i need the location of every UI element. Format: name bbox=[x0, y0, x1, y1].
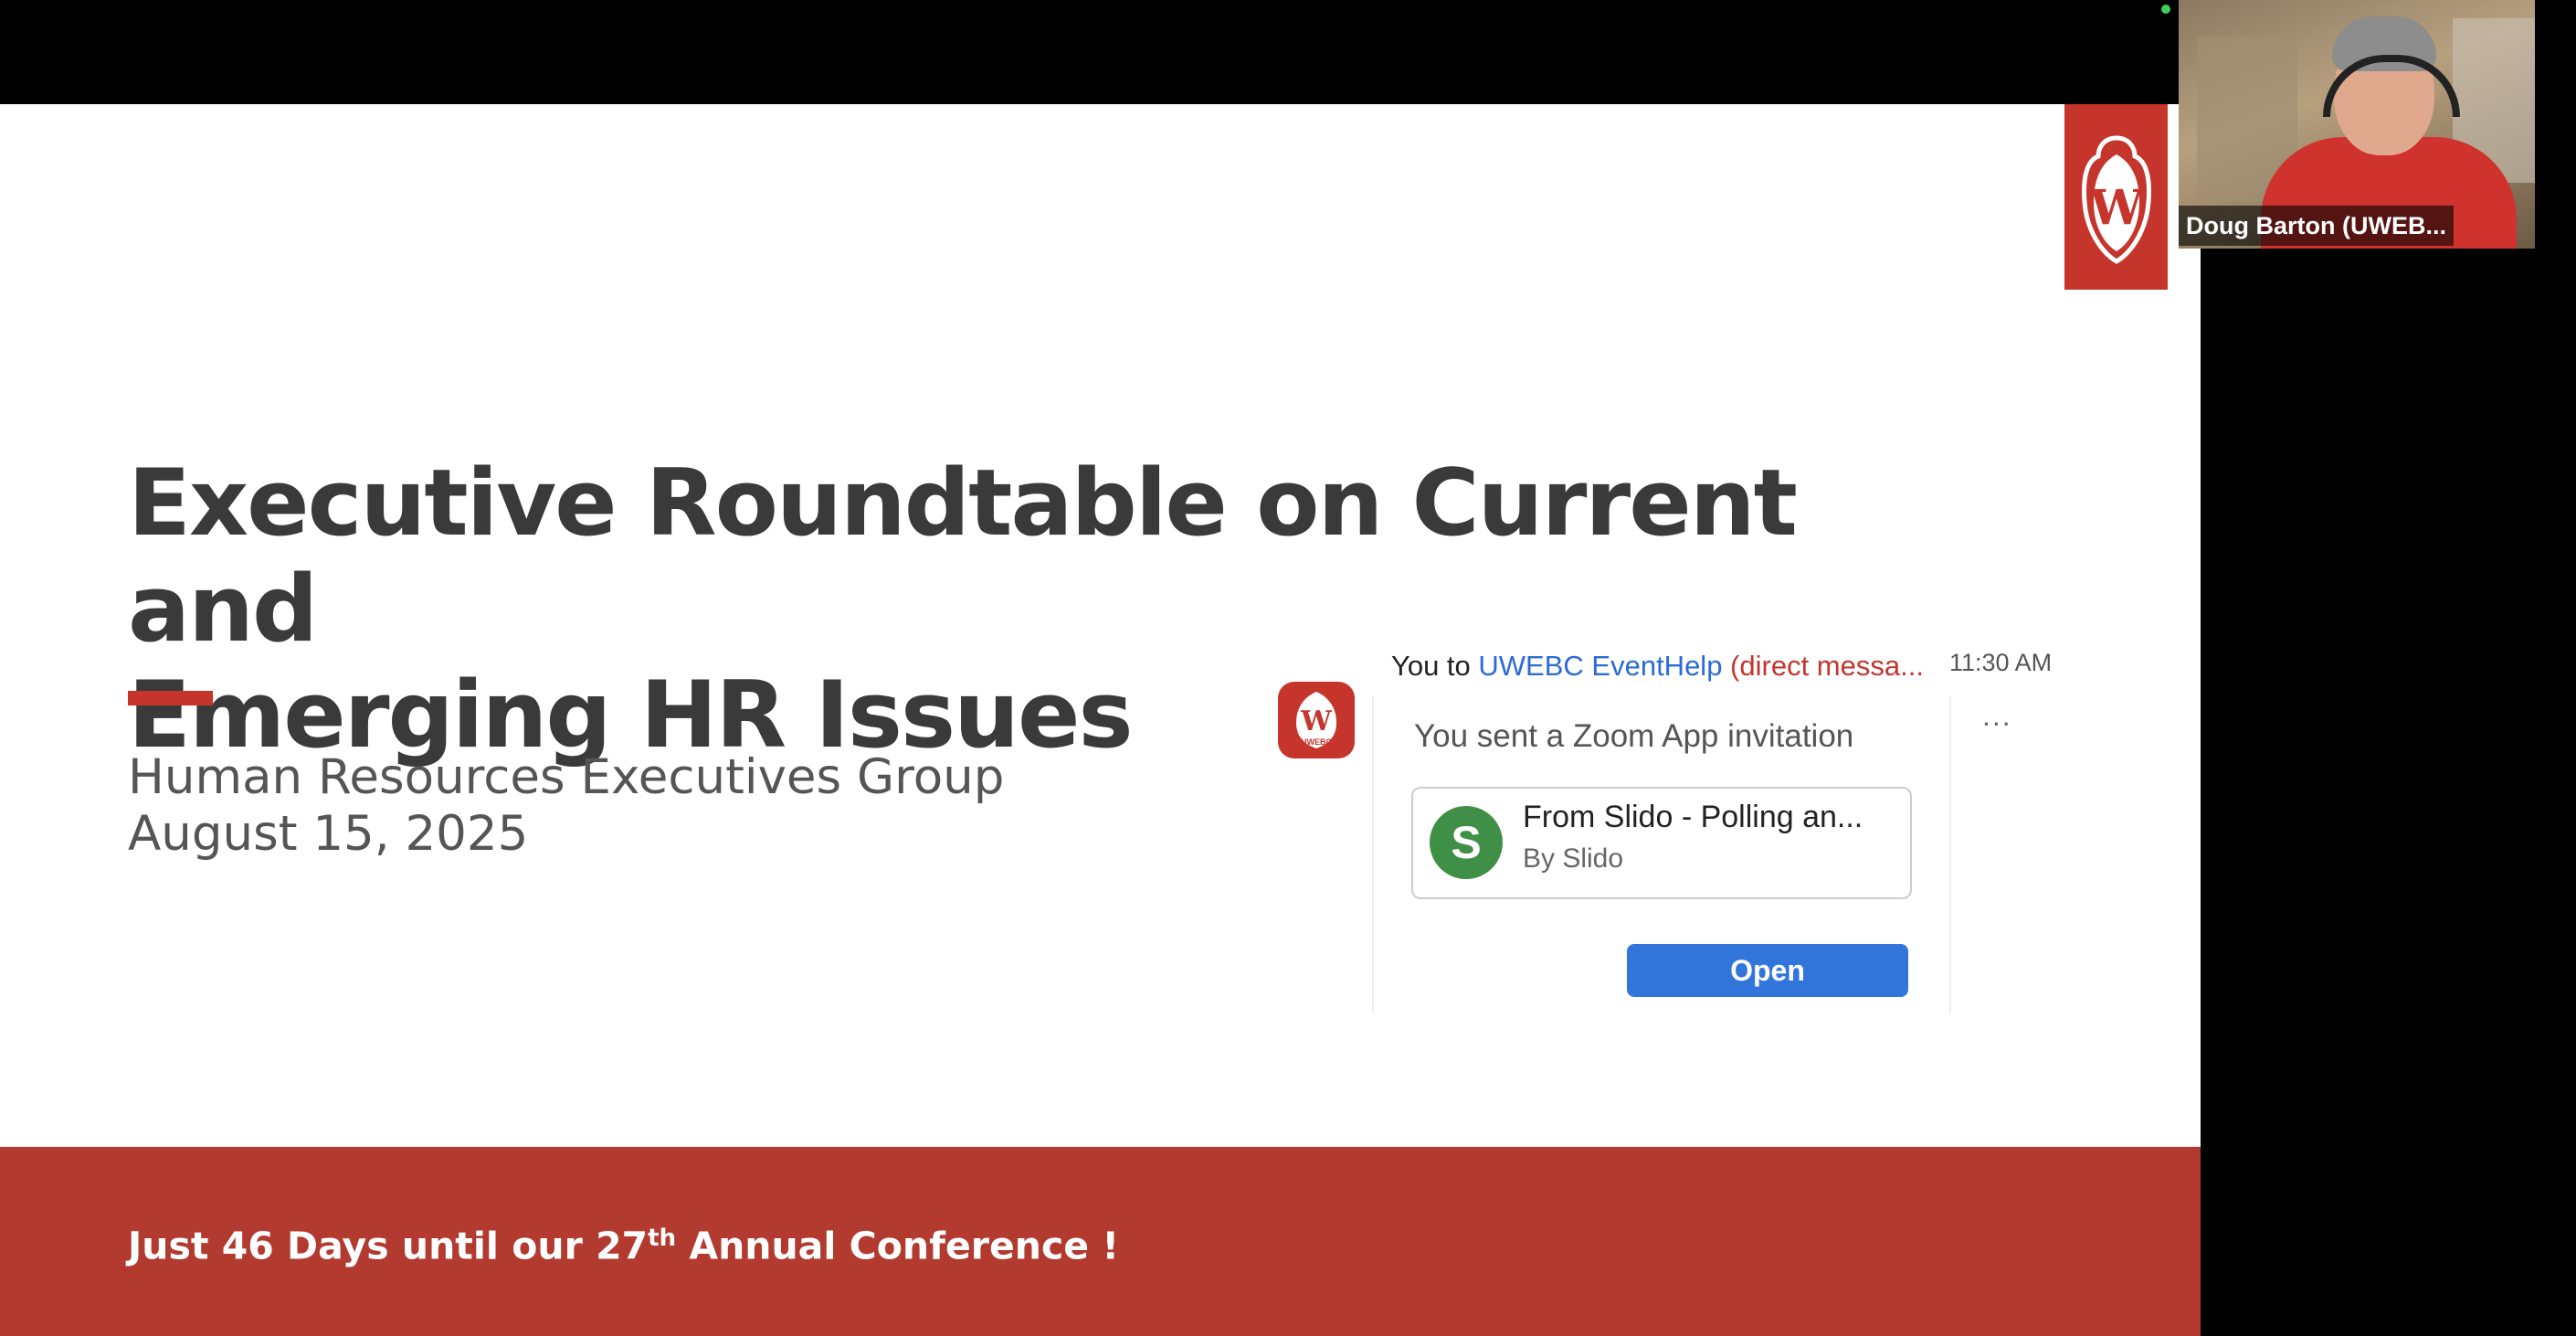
open-app-button[interactable]: Open bbox=[1627, 944, 1908, 997]
chat-message-text: You sent a Zoom App invitation bbox=[1414, 718, 1854, 754]
slide-footer-banner: Just 46 Days until our 27th Annual Confe… bbox=[0, 1147, 2201, 1336]
app-publisher: By Slido bbox=[1523, 843, 1624, 874]
svg-text:W: W bbox=[1300, 705, 1333, 737]
direct-message-note: (direct messa... bbox=[1722, 650, 1924, 682]
svg-text:UWEBC: UWEBC bbox=[1301, 737, 1332, 747]
crest-icon: W bbox=[2081, 134, 2151, 264]
footer-countdown-text: Just 46 Days until our 27th Annual Confe… bbox=[128, 1224, 1120, 1268]
slide-subtitle: Human Resources Executives Group bbox=[128, 749, 1005, 805]
more-options-icon[interactable]: ... bbox=[1982, 699, 2012, 733]
chat-timestamp: 11:30 AM bbox=[1949, 649, 2053, 676]
camera-status-dot bbox=[2161, 5, 2170, 14]
chat-recipient-link[interactable]: UWEBC EventHelp bbox=[1478, 650, 1722, 682]
sender-avatar: W UWEBC bbox=[1278, 682, 1355, 758]
uw-crest-logo: W bbox=[2064, 104, 2168, 290]
title-underline bbox=[128, 691, 213, 705]
participant-name-label: Doug Barton (UWEB... bbox=[2179, 206, 2454, 246]
app-name: From Slido - Polling an... bbox=[1523, 800, 1863, 834]
slido-app-icon: S bbox=[1430, 806, 1503, 879]
zoom-app-invitation-card[interactable]: S From Slido - Polling an... By Slido bbox=[1411, 787, 1912, 899]
slide-date: August 15, 2025 bbox=[128, 806, 529, 862]
uwebc-crest-icon: W UWEBC bbox=[1296, 692, 1336, 748]
svg-text:W: W bbox=[2088, 180, 2144, 236]
slide-title-line-1: Executive Roundtable on Current and bbox=[128, 449, 1798, 663]
chat-message-header: You to UWEBC EventHelp (direct messa... bbox=[1391, 650, 1924, 682]
